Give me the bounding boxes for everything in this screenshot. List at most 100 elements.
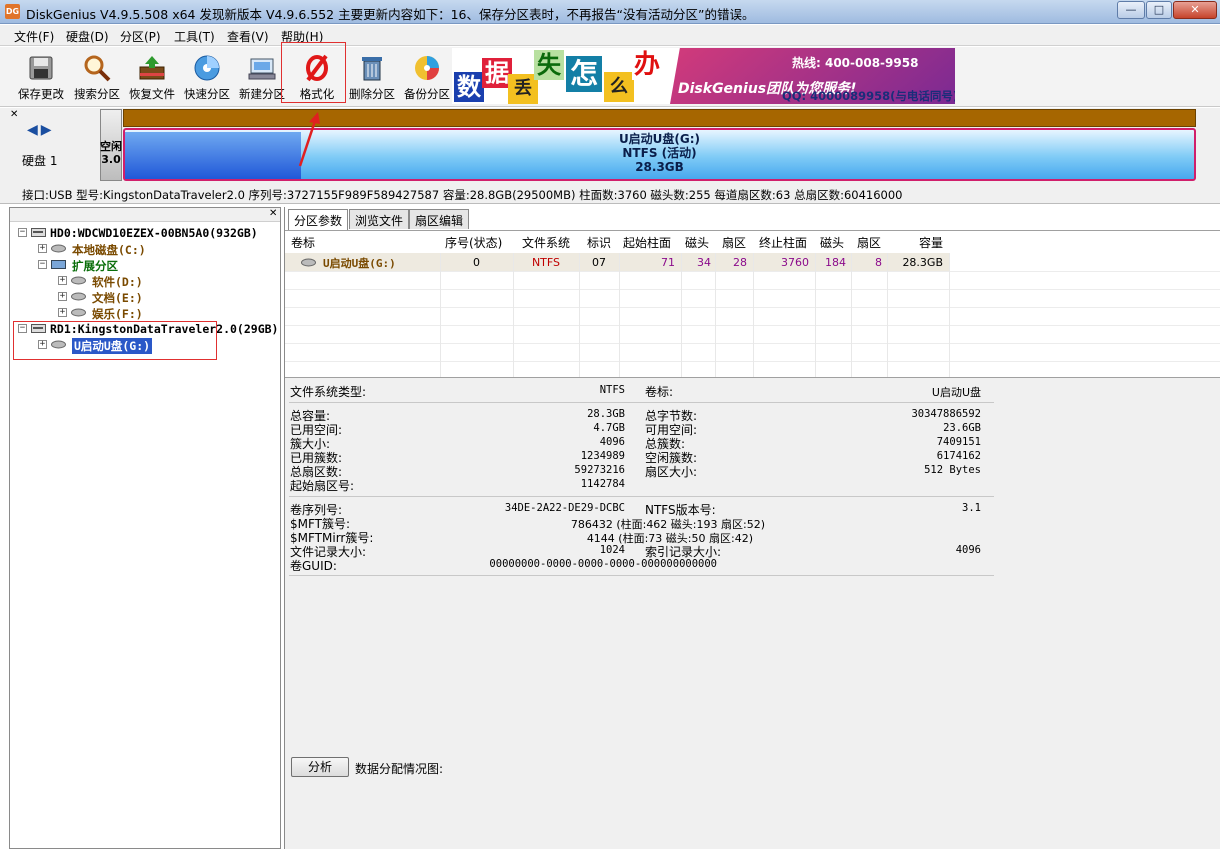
red-arrow-annotation bbox=[298, 112, 320, 167]
total-clusters-value: 7409151 bbox=[936, 436, 981, 448]
free-clusters-value: 6174162 bbox=[936, 450, 981, 462]
banner-char-4: 失 bbox=[534, 50, 564, 80]
partition-info-area: 文件系统类型: NTFS 卷标: U启动U盘 总容量: 28.3GB 已用空间:… bbox=[285, 377, 1220, 849]
tree-expander-f[interactable]: + bbox=[58, 308, 67, 317]
data-distribution-label: 数据分配情况图: bbox=[355, 762, 444, 776]
backup-partition-button[interactable]: 备份分区 bbox=[400, 47, 454, 105]
fs-type-label: 文件系统类型: bbox=[290, 385, 367, 399]
tree-expander-c[interactable]: + bbox=[38, 244, 47, 253]
col-end-cylinder[interactable]: 终止柱面 bbox=[759, 234, 807, 252]
cell-volume-label: U启动U盘(G:) bbox=[323, 257, 396, 270]
tree-node-extended[interactable]: − 扩展分区 bbox=[10, 257, 280, 273]
tree-panel-header: ✕ bbox=[10, 208, 280, 222]
save-disk-icon bbox=[29, 56, 53, 80]
tree-node-c[interactable]: + 本地磁盘(C:) bbox=[10, 241, 280, 257]
menu-view[interactable]: 查看(V) bbox=[227, 28, 269, 45]
ad-banner[interactable]: 数 据 丢 失 怎 么 办 DiskGenius团队为您服务! 热线: 400-… bbox=[452, 48, 955, 104]
table-row[interactable]: U启动U盘(G:) 0 NTFS 07 71 34 28 3760 184 8 … bbox=[285, 253, 949, 271]
partition-drive-icon bbox=[71, 292, 86, 301]
col-index-status[interactable]: 序号(状态) bbox=[445, 234, 502, 252]
backup-disc-icon bbox=[415, 56, 439, 80]
tree-node-e[interactable]: + 文档(E:) bbox=[10, 289, 280, 305]
delete-partition-label: 删除分区 bbox=[349, 87, 395, 101]
banner-char-5: 怎 bbox=[566, 56, 602, 92]
col-start-cylinder[interactable]: 起始柱面 bbox=[623, 234, 671, 252]
col-end-sector[interactable]: 扇区 bbox=[857, 234, 881, 252]
cell-start-sector: 28 bbox=[733, 256, 747, 269]
close-button[interactable]: ✕ bbox=[1173, 1, 1217, 19]
hard-disk-icon bbox=[31, 228, 46, 237]
col-end-head[interactable]: 磁头 bbox=[820, 234, 844, 252]
serial-value: 34DE-2A22-DE29-DCBC bbox=[504, 502, 625, 514]
disk-nav-arrows-icon[interactable]: ◀▶ bbox=[27, 122, 55, 138]
col-volume-label[interactable]: 卷标 bbox=[291, 234, 315, 252]
tree-node-hd0[interactable]: − HD0:WDCWD10EZEX-00BN5A0(932GB) bbox=[10, 225, 280, 241]
banner-char-6: 么 bbox=[604, 72, 634, 102]
cell-id: 07 bbox=[592, 256, 606, 269]
tree-node-f[interactable]: + 娱乐(F:) bbox=[10, 305, 280, 321]
col-id[interactable]: 标识 bbox=[587, 234, 611, 252]
tree-expander-d[interactable]: + bbox=[58, 276, 67, 285]
cell-end-head: 184 bbox=[825, 256, 846, 269]
sector-size-value: 512 Bytes bbox=[924, 464, 981, 476]
delete-partition-button[interactable]: 删除分区 bbox=[345, 47, 399, 105]
cell-start-cylinder: 71 bbox=[661, 256, 675, 269]
tab-partition-params[interactable]: 分区参数 bbox=[288, 209, 349, 230]
ad-qq: QQ: 4000089958(与电话同号) bbox=[782, 89, 955, 103]
tree-close-icon[interactable]: ✕ bbox=[269, 208, 277, 219]
tab-browse-files[interactable]: 浏览文件 bbox=[349, 209, 410, 229]
record-size-value: 1024 bbox=[599, 544, 625, 556]
cell-filesystem: NTFS bbox=[531, 256, 561, 269]
fs-type-value: NTFS bbox=[599, 384, 625, 396]
col-filesystem[interactable]: 文件系统 bbox=[522, 234, 570, 252]
format-highlight-box bbox=[281, 42, 346, 103]
banner-char-7: 办 bbox=[632, 50, 662, 80]
tree-expander-extended[interactable]: − bbox=[38, 260, 47, 269]
partition-table: 卷标 序号(状态) 文件系统 标识 起始柱面 磁头 扇区 终止柱面 磁头 扇区 … bbox=[285, 230, 1220, 377]
tab-sector-edit[interactable]: 扇区编辑 bbox=[409, 209, 470, 229]
cell-capacity: 28.3GB bbox=[902, 256, 943, 269]
used-space-value: 4.7GB bbox=[593, 422, 625, 434]
partition-bar-label: U启动U盘(G:) NTFS (活动) 28.3GB bbox=[123, 132, 1196, 174]
partition-bar-name: U启动U盘(G:) bbox=[618, 132, 701, 146]
cell-end-sector: 8 bbox=[875, 256, 882, 269]
recover-box-icon bbox=[139, 56, 165, 80]
menu-bar: 文件(F) 硬盘(D) 分区(P) 工具(T) 查看(V) 帮助(H) bbox=[0, 25, 1220, 46]
col-capacity[interactable]: 容量 bbox=[919, 234, 943, 252]
save-changes-button[interactable]: 保存更改 bbox=[14, 47, 68, 105]
menu-file[interactable]: 文件(F) bbox=[14, 28, 54, 45]
partition-drive-icon bbox=[71, 276, 86, 285]
extended-partition-icon bbox=[51, 260, 66, 269]
used-clusters-value: 1234989 bbox=[580, 450, 625, 462]
partition-detail-area: 分区参数 浏览文件 扇区编辑 卷标 序号(状态) 文件系统 标识 起始柱面 磁头… bbox=[284, 207, 1220, 849]
app-icon: DG bbox=[5, 4, 20, 19]
minimize-button[interactable]: — bbox=[1117, 1, 1145, 19]
start-sector-value: 1142784 bbox=[580, 478, 625, 490]
recover-files-button[interactable]: 恢复文件 bbox=[125, 47, 179, 105]
menu-disk[interactable]: 硬盘(D) bbox=[66, 28, 109, 45]
quick-partition-button[interactable]: 快速分区 bbox=[180, 47, 234, 105]
tree-expander-e[interactable]: + bbox=[58, 292, 67, 301]
cluster-size-value: 4096 bbox=[599, 436, 625, 448]
analyze-button[interactable]: 分析 bbox=[291, 757, 349, 777]
disk-label: 硬盘 1 bbox=[22, 154, 58, 168]
col-start-sector[interactable]: 扇区 bbox=[722, 234, 746, 252]
cell-index: 0 bbox=[473, 256, 480, 269]
disk-panel-close-icon[interactable]: ✕ bbox=[10, 109, 18, 120]
disk-info-line: 接口:USB 型号:KingstonDataTraveler2.0 序列号:37… bbox=[22, 188, 903, 202]
menu-partition[interactable]: 分区(P) bbox=[120, 28, 161, 45]
search-partition-button[interactable]: 搜索分区 bbox=[70, 47, 124, 105]
free-space-value: 23.6GB bbox=[943, 422, 981, 434]
free-space-text: 空闲 3.0 bbox=[100, 140, 122, 166]
volume-label-value: U启动U盘 bbox=[931, 386, 981, 399]
tree-expander-hd0[interactable]: − bbox=[18, 228, 27, 237]
maximize-button[interactable]: □ bbox=[1146, 1, 1172, 19]
tree-highlight-box bbox=[13, 321, 217, 360]
disk-tree-panel: ✕ − HD0:WDCWD10EZEX-00BN5A0(932GB) + 本地磁… bbox=[9, 207, 281, 849]
col-start-head[interactable]: 磁头 bbox=[685, 234, 709, 252]
disk-capacity-bar bbox=[123, 109, 1196, 127]
tree-node-d[interactable]: + 软件(D:) bbox=[10, 273, 280, 289]
quick-partition-label: 快速分区 bbox=[184, 87, 230, 101]
menu-tools[interactable]: 工具(T) bbox=[174, 28, 215, 45]
backup-partition-label: 备份分区 bbox=[404, 87, 450, 101]
